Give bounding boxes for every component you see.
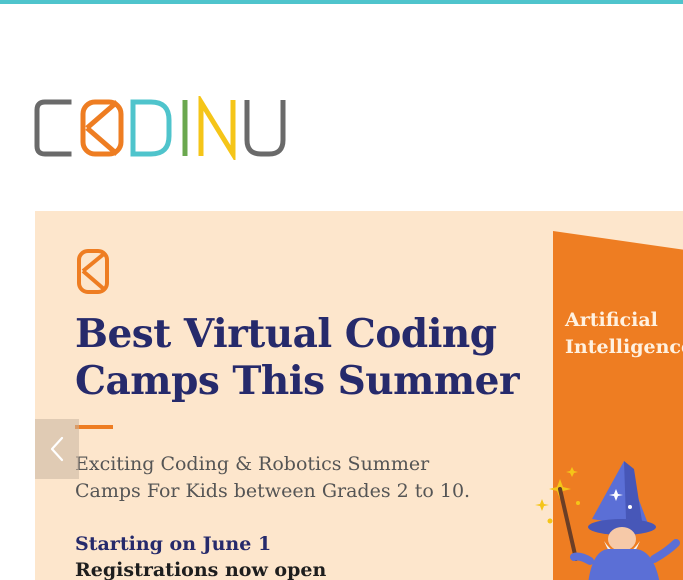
title-underline [75, 425, 113, 429]
chevron-left-icon [50, 436, 64, 462]
hero-subtitle-line: Camps For Kids between Grades 2 to 10. [75, 480, 471, 502]
wizard-illustration-icon [535, 461, 680, 580]
carousel-prev-button[interactable] [35, 419, 79, 479]
side-panel-text: Artificial Intelligence [565, 307, 683, 361]
start-date-text: Starting on June 1 [75, 533, 272, 555]
codinu-logo[interactable] [33, 96, 289, 160]
top-accent-bar [0, 0, 683, 4]
hero-title: Best Virtual Coding Camps This Summer [75, 311, 555, 405]
hero-subtitle: Exciting Coding & Robotics Summer Camps … [75, 451, 495, 505]
hero-title-line: Best Virtual Coding [75, 311, 497, 357]
hero-banner[interactable]: Best Virtual Coding Camps This Summer Ex… [35, 211, 683, 580]
hero-title-line: Camps This Summer [75, 358, 520, 404]
registration-text: Registrations now open [75, 559, 327, 580]
side-text-line: Artificial [565, 309, 658, 331]
side-text-line: Intelligence [565, 336, 683, 358]
hero-subtitle-line: Exciting Coding & Robotics Summer [75, 453, 430, 475]
codinu-mark-icon [77, 249, 109, 294]
